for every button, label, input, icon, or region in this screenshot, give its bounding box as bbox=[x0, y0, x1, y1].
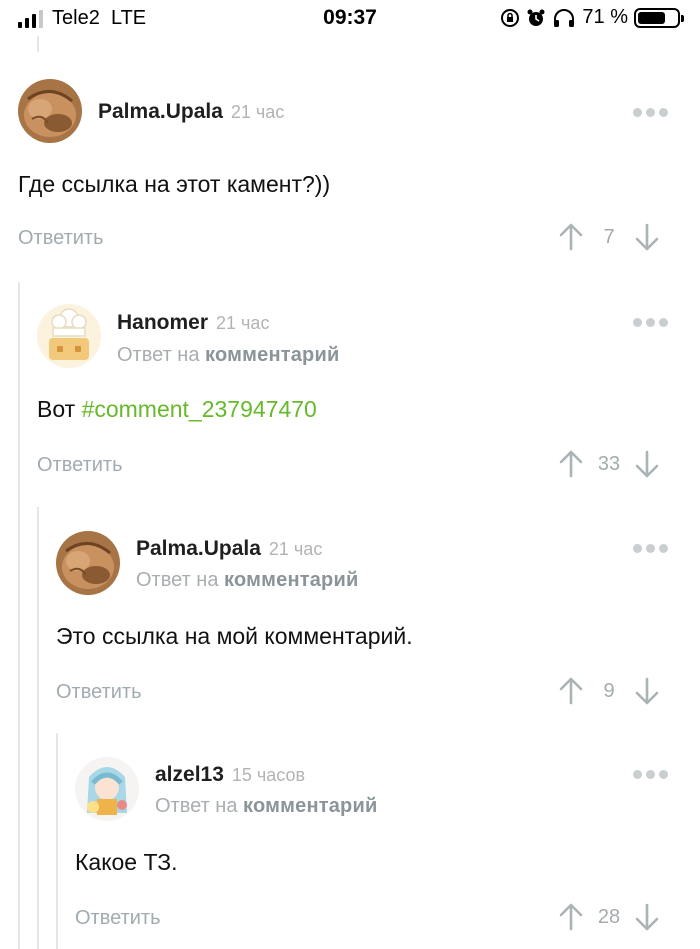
vote-count: 28 bbox=[597, 905, 621, 928]
thread-line bbox=[37, 36, 39, 52]
status-right: 71 % bbox=[500, 6, 684, 29]
reply-button[interactable]: Ответить bbox=[18, 227, 104, 250]
hashtag-link[interactable]: #comment_237947470 bbox=[82, 396, 317, 422]
avatar[interactable] bbox=[56, 531, 120, 595]
upvote-icon[interactable] bbox=[558, 222, 584, 252]
comment: Palma.Upala 21 час Ответ на комментарий Э… bbox=[56, 531, 682, 721]
downvote-icon[interactable] bbox=[634, 222, 660, 252]
comment-author[interactable]: alzel13 15 часов bbox=[155, 763, 305, 787]
chef-avatar-image bbox=[37, 304, 101, 368]
thread-line bbox=[56, 733, 58, 949]
reply-to-label: Ответ на комментарий bbox=[155, 795, 378, 817]
avatar[interactable] bbox=[75, 757, 139, 821]
reply-to-label: Ответ на комментарий bbox=[117, 344, 340, 366]
vote-count: 7 bbox=[603, 225, 615, 248]
comment-text: Где ссылка на этот камент?)) bbox=[18, 171, 331, 197]
more-options-icon[interactable] bbox=[633, 108, 668, 117]
comment: Palma.Upala 21 час Где ссылка на этот кам… bbox=[18, 79, 682, 269]
reply-to-link[interactable]: комментарий bbox=[205, 344, 339, 366]
comment-time: 21 час bbox=[268, 539, 323, 559]
vote-control: 7 bbox=[558, 222, 660, 252]
downvote-icon[interactable] bbox=[634, 902, 660, 932]
comment-time: 15 часов bbox=[231, 765, 306, 785]
upvote-icon[interactable] bbox=[558, 449, 584, 479]
avatar[interactable] bbox=[18, 79, 82, 143]
battery-icon bbox=[634, 7, 684, 28]
comment-author[interactable]: Palma.Upala 21 час bbox=[136, 537, 322, 561]
more-options-icon[interactable] bbox=[633, 770, 668, 779]
headphones-icon bbox=[554, 8, 575, 27]
thread-line bbox=[18, 282, 20, 949]
downvote-icon[interactable] bbox=[634, 449, 660, 479]
reply-to-link[interactable]: комментарий bbox=[224, 569, 358, 591]
more-options-icon[interactable] bbox=[633, 318, 668, 327]
reply-to-link[interactable]: комментарий bbox=[243, 795, 377, 817]
comment: alzel13 15 часов Ответ на комментарий Как… bbox=[75, 757, 682, 947]
cat-avatar-image bbox=[18, 79, 82, 143]
battery-percent: 71 % bbox=[582, 6, 628, 28]
reply-button[interactable]: Ответить bbox=[75, 907, 161, 930]
vote-control: 28 bbox=[558, 902, 660, 932]
vote-control: 9 bbox=[558, 676, 660, 706]
upvote-icon[interactable] bbox=[558, 902, 584, 932]
vote-control: 33 bbox=[558, 449, 660, 479]
comment: Hanomer 21 час Ответ на комментарий Вот #… bbox=[37, 304, 682, 494]
cat-avatar-image bbox=[56, 531, 120, 595]
comment-text: Вот #comment_237947470 bbox=[37, 396, 317, 422]
comment-text: Какое ТЗ. bbox=[75, 849, 178, 875]
reply-to-label: Ответ на комментарий bbox=[136, 569, 359, 591]
status-bar: Tele2 LTE 09:37 71 % bbox=[0, 0, 700, 38]
orientation-lock-icon bbox=[501, 8, 520, 27]
comment-author[interactable]: Palma.Upala 21 час bbox=[98, 100, 284, 124]
downvote-icon[interactable] bbox=[634, 676, 660, 706]
avatar[interactable] bbox=[37, 304, 101, 368]
more-options-icon[interactable] bbox=[633, 544, 668, 553]
vote-count: 9 bbox=[603, 679, 615, 702]
alarm-icon bbox=[527, 9, 545, 26]
upvote-icon[interactable] bbox=[558, 676, 584, 706]
comment-text: Это ссылка на мой комментарий. bbox=[56, 623, 413, 649]
comment-author[interactable]: Hanomer 21 час bbox=[117, 311, 269, 335]
comment-time: 21 час bbox=[216, 313, 270, 333]
comment-time: 21 час bbox=[230, 102, 285, 122]
anime-avatar-image bbox=[75, 757, 139, 821]
thread-line bbox=[37, 507, 39, 949]
vote-count: 33 bbox=[597, 452, 621, 475]
reply-button[interactable]: Ответить bbox=[56, 681, 142, 704]
reply-button[interactable]: Ответить bbox=[37, 454, 123, 477]
